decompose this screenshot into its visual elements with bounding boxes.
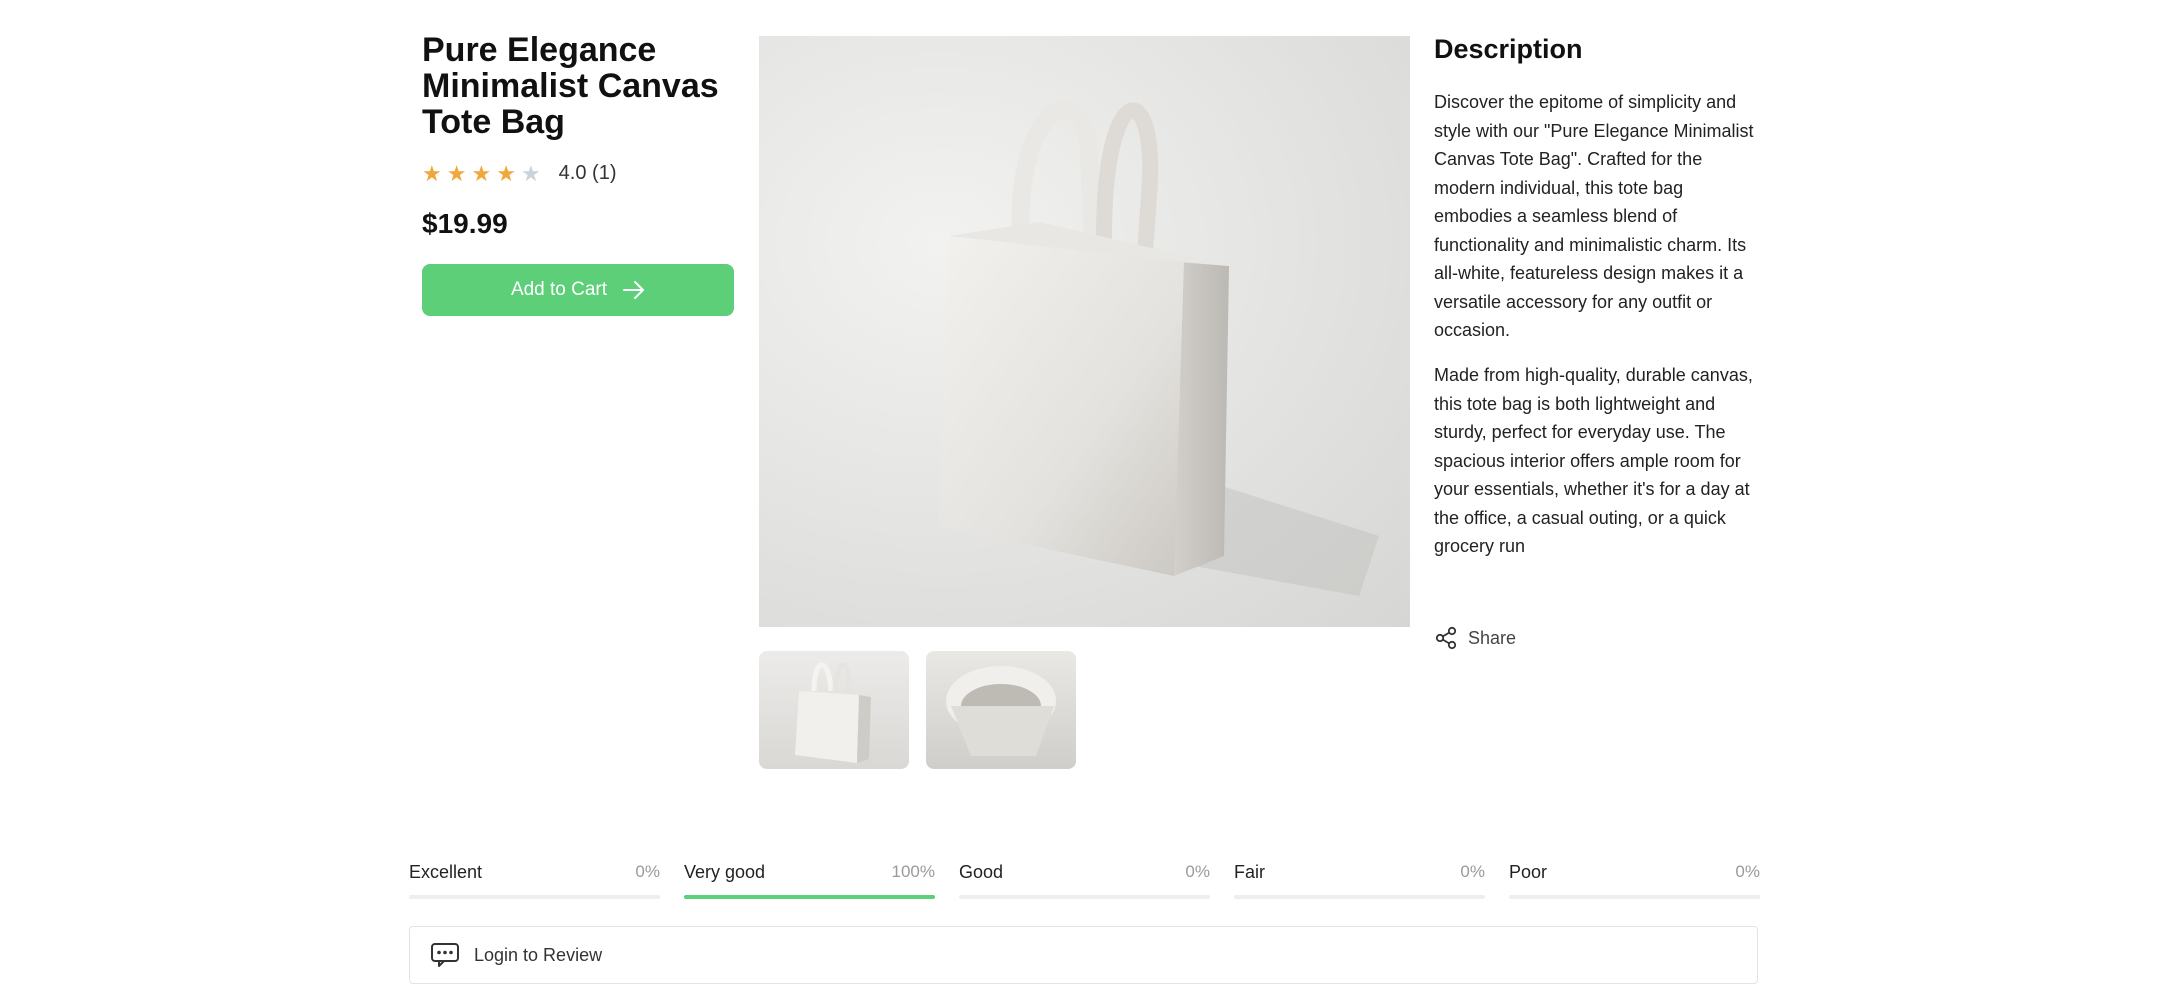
login-to-review-button[interactable]: Login to Review [409,926,1758,984]
arrow-right-icon [623,281,645,299]
description-title: Description [1434,34,1583,64]
thumbnail-3[interactable] [1093,651,1243,769]
review-category-percent: 0% [635,862,660,881]
chat-bubble-icon [431,943,459,967]
tote-bag-illustration [939,100,1379,596]
rating-text: 4.0 (1) [558,162,617,184]
star-empty-icon: ★ [520,160,541,186]
description-paragraph-2: Made from high-quality, durable canvas, … [1434,365,1753,556]
star-filled-icon: ★ [471,160,492,186]
product-price: $19.99 [422,208,508,239]
review-category-very-good: Very good 100% [684,862,935,899]
add-to-cart-label: Add to Cart [510,279,608,300]
description-paragraph-1: Discover the epitome of simplicity and s… [1434,92,1754,340]
review-category-percent: 0% [1185,862,1210,881]
review-category-label: Poor [1509,862,1548,882]
review-category-percent: 100% [891,862,935,881]
tote-bag-open-thumbnail [946,666,1056,756]
star-filled-icon: ★ [446,160,467,186]
share-label: Share [1468,627,1517,648]
review-category-label: Fair [1234,862,1265,882]
review-progress-bar [1234,895,1485,899]
review-category-poor: Poor 0% [1509,862,1760,899]
review-category-fair: Fair 0% [1234,862,1485,899]
product-title: Pure Elegance Minimalist Canvas Tote Bag [422,31,719,141]
review-category-percent: 0% [1460,862,1485,881]
rating-stars: ★ ★ ★ ★ ★ [422,160,541,186]
review-progress-bar [1509,895,1760,899]
add-to-cart-button[interactable]: Add to Cart [422,264,734,316]
share-icon [1435,626,1457,650]
login-to-review-label: Login to Review [474,944,603,965]
review-category-label: Very good [684,862,766,882]
review-category-percent: 0% [1735,862,1760,881]
tote-bag-thumbnail [795,662,871,763]
share-button[interactable]: Share [1434,626,1516,650]
star-filled-icon: ★ [496,160,516,186]
review-category-label: Good [959,862,1004,882]
main-product-image [759,36,1410,627]
review-breakdown: Excellent 0% Very good 100% Good 0% Fair… [409,862,1760,899]
review-progress-bar [684,895,935,899]
review-category-good: Good 0% [959,862,1210,899]
thumbnail-4[interactable] [1260,651,1410,769]
star-filled-icon: ★ [422,160,442,186]
thumbnail-2[interactable] [926,651,1076,769]
review-category-label: Excellent [409,862,483,882]
product-rating: ★ ★ ★ ★ ★ 4.0 (1) [422,162,616,185]
review-category-excellent: Excellent 0% [409,862,660,899]
review-progress-fill [684,895,935,899]
review-progress-bar [959,895,1210,899]
review-progress-bar [409,895,660,899]
thumbnail-1[interactable] [759,651,909,769]
